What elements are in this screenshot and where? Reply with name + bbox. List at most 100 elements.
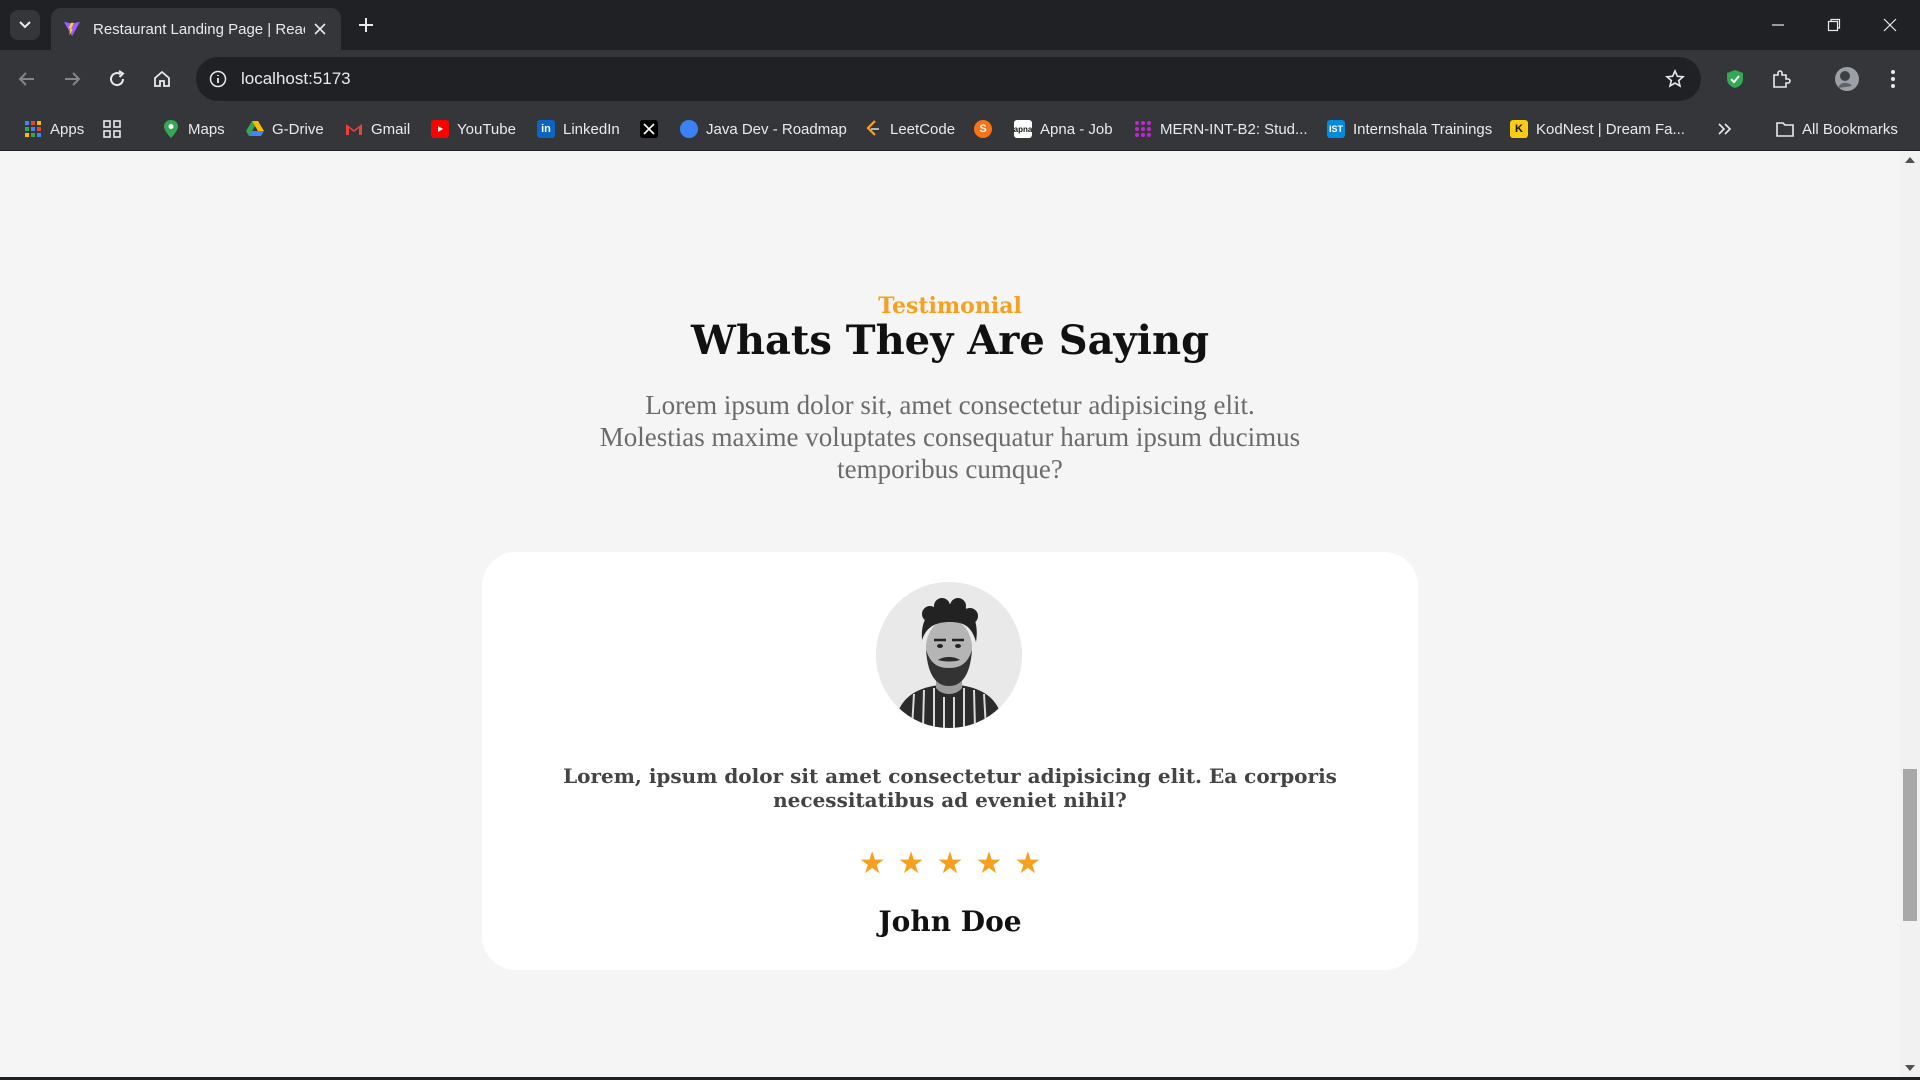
bookmark-label: KodNest | Dream Fa... bbox=[1536, 120, 1685, 138]
bookmark-linkedin[interactable]: in LinkedIn bbox=[537, 118, 620, 140]
new-tab-button[interactable] bbox=[354, 13, 378, 37]
star-icon: ★ bbox=[936, 846, 964, 881]
bookmark-tab-groups[interactable] bbox=[103, 118, 129, 140]
toolbar: localhost:5173 bbox=[0, 50, 1920, 108]
site-info-icon[interactable] bbox=[206, 67, 230, 91]
bookmark-mern-int-b2[interactable]: MERN-INT-B2: Stud... bbox=[1134, 118, 1308, 140]
extensions-button[interactable] bbox=[1766, 64, 1796, 94]
shield-extension-button[interactable] bbox=[1720, 64, 1750, 94]
close-tab-icon[interactable] bbox=[311, 20, 329, 38]
section-description: Lorem ipsum dolor sit, amet consectetur … bbox=[599, 390, 1301, 484]
bookmark-java-dev-roadmap[interactable]: Java Dev - Roadmap bbox=[680, 118, 847, 140]
chevron-down-icon bbox=[19, 21, 31, 29]
star-rating: ★ ★ ★ ★ ★ bbox=[482, 849, 1418, 879]
url-text[interactable]: localhost:5173 bbox=[241, 69, 351, 89]
kebab-menu-icon bbox=[1891, 70, 1895, 88]
man-portrait-icon bbox=[876, 582, 1022, 728]
scroll-down-arrow-icon[interactable] bbox=[1905, 1065, 1915, 1071]
x-icon bbox=[640, 120, 658, 138]
bookmarks-bar: Apps Maps G-Drive Gmail YouTube in Linke… bbox=[0, 108, 1920, 244]
minimize-icon bbox=[1772, 24, 1784, 26]
reload-button[interactable] bbox=[102, 64, 132, 94]
testimonial-quote: Lorem, ipsum dolor sit amet consectetur … bbox=[563, 764, 1337, 812]
plus-icon bbox=[359, 18, 373, 32]
s-icon: S bbox=[974, 120, 992, 138]
bookmark-maps[interactable]: Maps bbox=[162, 118, 225, 140]
bookmark-label: Java Dev - Roadmap bbox=[706, 120, 847, 138]
maps-icon bbox=[162, 120, 180, 138]
bookmark-label: Gmail bbox=[371, 120, 411, 138]
customer-avatar bbox=[876, 582, 1022, 728]
bookmark-gmail[interactable]: Gmail bbox=[345, 118, 410, 140]
tab-strip: Restaurant Landing Page | React bbox=[0, 0, 1920, 50]
bookmark-label: Maps bbox=[188, 120, 225, 138]
bookmark-label: YouTube bbox=[457, 120, 516, 138]
internshala-icon: IST bbox=[1327, 120, 1345, 138]
close-icon bbox=[1883, 18, 1897, 32]
mern-icon bbox=[1134, 120, 1152, 138]
drive-icon bbox=[246, 120, 264, 138]
bookmark-label: G-Drive bbox=[272, 120, 324, 138]
bookmark-label: LinkedIn bbox=[563, 120, 620, 138]
scrollbar-thumb[interactable] bbox=[1903, 769, 1917, 921]
browser-menu-button[interactable] bbox=[1878, 64, 1908, 94]
linkedin-icon: in bbox=[537, 120, 555, 138]
bookmark-g-drive[interactable]: G-Drive bbox=[246, 118, 324, 140]
section-heading: Whats They Are Saying bbox=[690, 317, 1210, 364]
customer-name: John Doe bbox=[878, 905, 1022, 938]
bookmark-label: Apps bbox=[50, 120, 85, 138]
more-bookmarks-button[interactable] bbox=[1718, 118, 1732, 140]
tab-search-button[interactable] bbox=[10, 10, 40, 40]
close-window-button[interactable] bbox=[1862, 0, 1918, 50]
youtube-icon bbox=[431, 120, 449, 138]
bookmark-label: Internshala Trainings bbox=[1353, 120, 1493, 138]
reload-icon bbox=[110, 70, 125, 87]
testimonial-card: Lorem, ipsum dolor sit amet consectetur … bbox=[482, 552, 1418, 970]
address-bar[interactable]: localhost:5173 bbox=[196, 57, 1701, 101]
bookmark-s[interactable]: S bbox=[974, 118, 1000, 140]
apna-icon: apna bbox=[1014, 120, 1032, 138]
bookmark-star-icon[interactable] bbox=[1663, 67, 1687, 91]
bookmark-label: MERN-INT-B2: Stud... bbox=[1160, 120, 1308, 138]
back-button[interactable] bbox=[12, 64, 42, 94]
folder-icon bbox=[1776, 120, 1794, 138]
roadmap-icon bbox=[680, 120, 698, 138]
star-icon: ★ bbox=[858, 846, 886, 881]
bookmark-youtube[interactable]: YouTube bbox=[431, 118, 516, 140]
minimize-button[interactable] bbox=[1750, 0, 1806, 50]
page-scrollbar[interactable] bbox=[1900, 151, 1920, 1077]
bookmark-apna-job[interactable]: apna Apna - Job bbox=[1014, 118, 1113, 140]
restore-button[interactable] bbox=[1806, 0, 1862, 50]
forward-button[interactable] bbox=[57, 64, 87, 94]
bookmark-internshala[interactable]: IST Internshala Trainings bbox=[1327, 118, 1492, 140]
home-icon bbox=[154, 70, 170, 87]
tab-title: Restaurant Landing Page | React bbox=[93, 20, 305, 38]
star-icon: ★ bbox=[1014, 846, 1042, 881]
home-button[interactable] bbox=[147, 64, 177, 94]
section-subtitle: Testimonial bbox=[878, 293, 1022, 319]
arrow-right-icon bbox=[65, 72, 81, 86]
all-bookmarks-button[interactable]: All Bookmarks bbox=[1776, 118, 1898, 140]
apps-grid-icon bbox=[24, 120, 42, 138]
kodnest-icon: K bbox=[1510, 120, 1528, 138]
star-icon: ★ bbox=[975, 846, 1003, 881]
avatar-icon bbox=[1835, 67, 1859, 91]
bookmark-label: LeetCode bbox=[890, 120, 956, 138]
bookmark-x[interactable] bbox=[640, 118, 666, 140]
arrow-left-icon bbox=[18, 72, 34, 86]
vite-favicon-icon bbox=[63, 21, 81, 37]
star-icon: ★ bbox=[897, 846, 925, 881]
profile-avatar-button[interactable] bbox=[1832, 64, 1862, 94]
bookmark-leetcode[interactable]: LeetCode bbox=[864, 118, 955, 140]
shield-icon bbox=[1727, 70, 1743, 88]
leetcode-icon bbox=[864, 120, 882, 138]
scroll-up-arrow-icon[interactable] bbox=[1905, 157, 1915, 163]
bookmark-kodnest[interactable]: K KodNest | Dream Fa... bbox=[1510, 118, 1685, 140]
bookmark-apps[interactable]: Apps bbox=[24, 118, 84, 140]
all-bookmarks-label: All Bookmarks bbox=[1802, 120, 1898, 138]
tab-groups-icon bbox=[103, 120, 121, 138]
gmail-icon bbox=[345, 120, 363, 138]
page-viewport: Testimonial Whats They Are Saying Lorem … bbox=[0, 151, 1900, 1077]
active-tab[interactable]: Restaurant Landing Page | React bbox=[51, 8, 341, 50]
restore-icon bbox=[1827, 18, 1841, 32]
